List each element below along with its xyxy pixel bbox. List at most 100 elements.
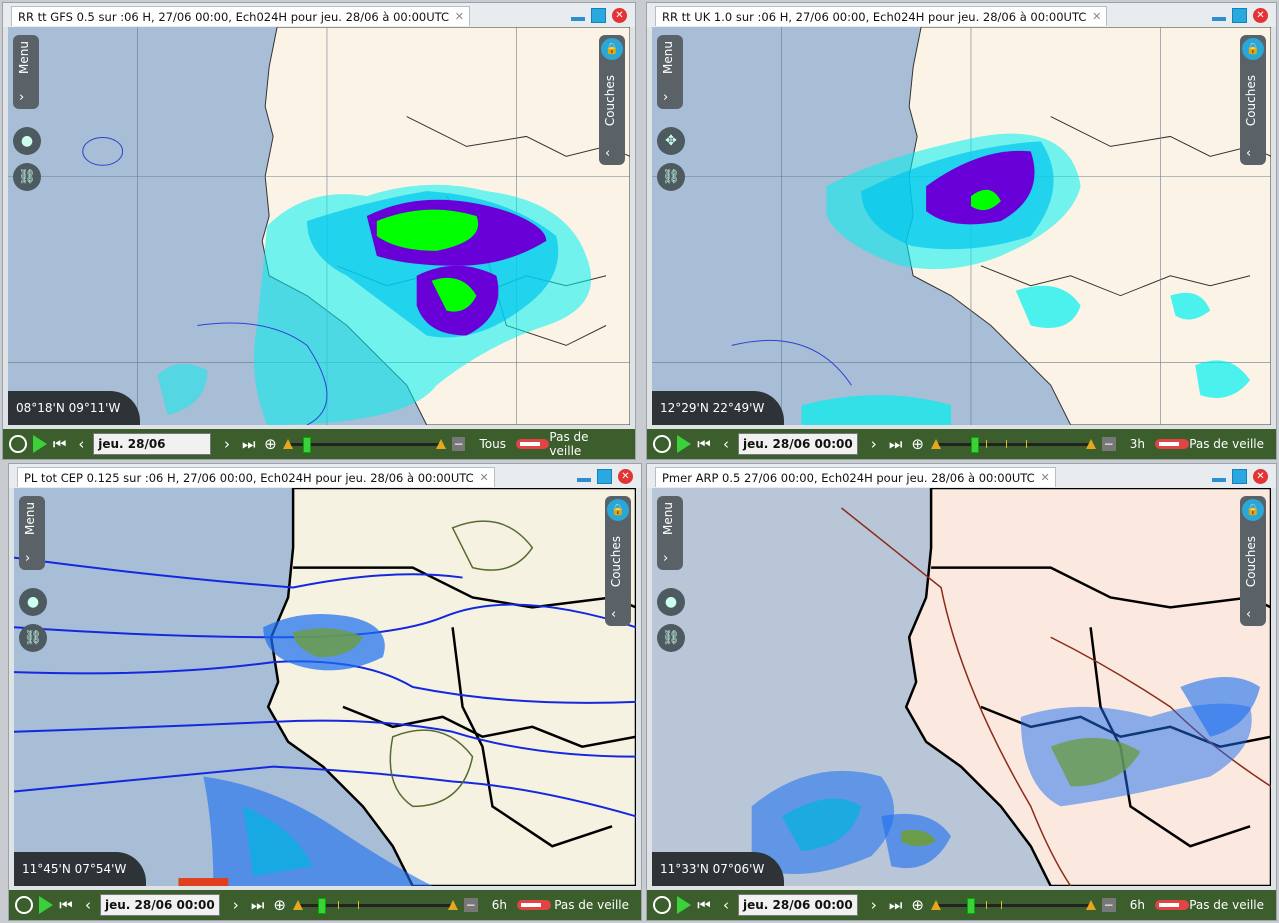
first-frame-icon[interactable]: ⏮ [51, 435, 69, 453]
thermometer-icon[interactable] [516, 900, 551, 910]
minimize-icon[interactable] [1212, 17, 1226, 21]
last-frame-icon[interactable]: ⏭ [249, 896, 267, 914]
close-icon[interactable]: ✕ [1253, 7, 1268, 23]
layers-tab[interactable]: 🔒 Couches ‹ [1240, 35, 1266, 165]
menu-tab[interactable]: Menu › [657, 35, 683, 109]
play-icon[interactable] [677, 896, 691, 914]
maximize-icon[interactable] [597, 468, 612, 484]
link-icon[interactable]: ⛓ [657, 624, 685, 652]
zoom-icon[interactable]: ⊕ [909, 435, 927, 453]
lock-icon[interactable]: 🔒 [601, 38, 623, 60]
last-frame-icon[interactable]: ⏭ [887, 435, 905, 453]
layers-tab[interactable]: 🔒 Couches ‹ [1240, 496, 1266, 626]
decrement-button[interactable]: − [463, 898, 478, 912]
link-icon[interactable]: ⛓ [13, 163, 41, 191]
watch-status[interactable]: Pas de veille [549, 430, 623, 458]
next-frame-icon[interactable]: › [218, 435, 236, 453]
watch-status[interactable]: Pas de veille [1189, 898, 1264, 912]
pan-tool-icon[interactable]: ● [657, 588, 685, 616]
play-icon[interactable] [39, 896, 53, 914]
layers-tab[interactable]: 🔒 Couches ‹ [605, 496, 631, 626]
close-icon[interactable]: ✕ [1253, 468, 1268, 484]
panel-tab[interactable]: Pmer ARP 0.5 27/06 00:00, Ech024H pour j… [655, 467, 1056, 487]
zoom-icon[interactable]: ⊕ [909, 896, 927, 914]
map-canvas[interactable] [14, 488, 636, 886]
map-canvas[interactable] [8, 27, 630, 425]
tab-close-icon[interactable]: ✕ [1040, 468, 1049, 488]
clock-icon[interactable] [15, 896, 33, 914]
map-panel-arp[interactable]: Pmer ARP 0.5 27/06 00:00, Ech024H pour j… [646, 463, 1277, 921]
decrement-button[interactable]: − [1101, 437, 1116, 451]
panel-tab[interactable]: RR tt UK 1.0 sur :06 H, 27/06 00:00, Ech… [655, 6, 1108, 27]
map-canvas[interactable] [652, 488, 1271, 886]
last-frame-icon[interactable]: ⏭ [240, 435, 258, 453]
panel-tab[interactable]: PL tot CEP 0.125 sur :06 H, 27/06 00:00,… [17, 467, 495, 487]
time-step[interactable]: 6h [492, 898, 507, 912]
watch-status[interactable]: Pas de veille [554, 898, 629, 912]
time-step[interactable]: 3h [1130, 437, 1145, 451]
next-frame-icon[interactable]: › [865, 896, 883, 914]
weather-map[interactable]: Menu › 🔒 Couches ‹ ● ⛓ 11°33'N 07°06'W [652, 488, 1271, 886]
time-step[interactable]: Tous [479, 437, 506, 451]
first-frame-icon[interactable]: ⏮ [57, 896, 75, 914]
maximize-icon[interactable] [1232, 468, 1247, 484]
watch-status[interactable]: Pas de veille [1189, 437, 1264, 451]
thermometer-icon[interactable] [1154, 439, 1189, 449]
last-frame-icon[interactable]: ⏭ [887, 896, 905, 914]
menu-tab[interactable]: Menu › [13, 35, 39, 109]
zoom-icon[interactable]: ⊕ [262, 435, 280, 453]
menu-tab[interactable]: Menu › [657, 496, 683, 570]
first-frame-icon[interactable]: ⏮ [695, 435, 713, 453]
tab-close-icon[interactable]: ✕ [455, 7, 464, 27]
tab-close-icon[interactable]: ✕ [1092, 7, 1101, 27]
minimize-icon[interactable] [571, 17, 585, 21]
time-step[interactable]: 6h [1130, 898, 1145, 912]
close-icon[interactable]: ✕ [612, 7, 627, 23]
map-canvas[interactable] [652, 27, 1271, 425]
date-field[interactable]: jeu. 28/06 00:00 [738, 433, 858, 455]
weather-map[interactable]: Menu › 🔒 Couches ‹ ✥ ⛓ 12°29'N 22°49'W [652, 27, 1271, 425]
pan-tool-icon[interactable]: ✥ [657, 127, 685, 155]
minimize-icon[interactable] [577, 478, 591, 482]
tab-close-icon[interactable]: ✕ [479, 468, 488, 488]
time-slider[interactable] [283, 437, 446, 453]
minimize-icon[interactable] [1212, 478, 1226, 482]
play-icon[interactable] [677, 435, 691, 453]
map-panel-uk[interactable]: RR tt UK 1.0 sur :06 H, 27/06 00:00, Ech… [646, 2, 1277, 460]
time-slider[interactable] [930, 898, 1096, 914]
thermometer-icon[interactable] [515, 439, 550, 449]
time-slider[interactable] [930, 437, 1096, 453]
link-icon[interactable]: ⛓ [19, 624, 47, 652]
prev-frame-icon[interactable]: ‹ [717, 435, 735, 453]
date-field[interactable]: jeu. 28/06 00:00 [93, 433, 212, 459]
play-icon[interactable] [32, 435, 47, 453]
prev-frame-icon[interactable]: ‹ [73, 435, 91, 453]
clock-icon[interactable] [9, 435, 27, 453]
pan-tool-icon[interactable]: ● [19, 588, 47, 616]
lock-icon[interactable]: 🔒 [607, 499, 629, 521]
map-panel-cep[interactable]: PL tot CEP 0.125 sur :06 H, 27/06 00:00,… [8, 463, 642, 921]
date-field[interactable]: jeu. 28/06 00:00 [100, 894, 220, 916]
pan-tool-icon[interactable]: ● [13, 127, 41, 155]
weather-map[interactable]: Menu › 🔒 Couches ‹ ● ⛓ 11°45'N 07°54'W [14, 488, 636, 886]
layers-tab[interactable]: 🔒 Couches ‹ [599, 35, 625, 165]
first-frame-icon[interactable]: ⏮ [695, 896, 713, 914]
lock-icon[interactable]: 🔒 [1242, 38, 1264, 60]
close-icon[interactable]: ✕ [618, 468, 633, 484]
prev-frame-icon[interactable]: ‹ [717, 896, 735, 914]
zoom-icon[interactable]: ⊕ [271, 896, 289, 914]
panel-tab[interactable]: RR tt GFS 0.5 sur :06 H, 27/06 00:00, Ec… [11, 6, 471, 27]
maximize-icon[interactable] [1232, 7, 1247, 23]
next-frame-icon[interactable]: › [227, 896, 245, 914]
clock-icon[interactable] [653, 896, 671, 914]
prev-frame-icon[interactable]: ‹ [79, 896, 97, 914]
map-panel-gfs[interactable]: RR tt GFS 0.5 sur :06 H, 27/06 00:00, Ec… [2, 2, 636, 460]
date-field[interactable]: jeu. 28/06 00:00 [738, 894, 858, 916]
clock-icon[interactable] [653, 435, 671, 453]
link-icon[interactable]: ⛓ [657, 163, 685, 191]
weather-map[interactable]: Menu › 🔒 Couches ‹ ● ⛓ 08°18'N 09°11'W [8, 27, 630, 425]
maximize-icon[interactable] [591, 7, 606, 23]
next-frame-icon[interactable]: › [865, 435, 883, 453]
decrement-button[interactable]: − [451, 437, 466, 451]
decrement-button[interactable]: − [1101, 898, 1116, 912]
